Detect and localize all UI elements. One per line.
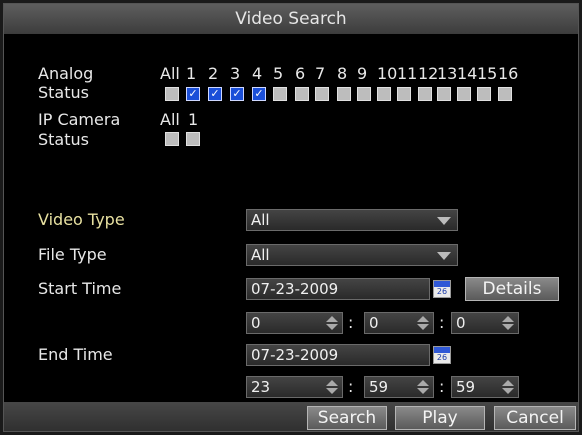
- end-minute-spinbox[interactable]: 59: [364, 376, 434, 398]
- ipcam-channel-1-checkbox[interactable]: [186, 132, 200, 146]
- play-button[interactable]: Play: [395, 406, 485, 430]
- spinner-arrows-icon[interactable]: [501, 379, 515, 395]
- start-date-value: 07-23-2009: [251, 280, 339, 298]
- dialog-title: Video Search: [4, 4, 578, 34]
- analog-channel-10-checkbox[interactable]: [377, 87, 391, 101]
- analog-channel-8-label: 8: [337, 64, 348, 83]
- analog-channel-16-checkbox[interactable]: [498, 87, 512, 101]
- analog-all-checkbox[interactable]: [165, 87, 179, 101]
- analog-channel-1-label: 1: [186, 64, 197, 83]
- start-calendar-day: 26: [436, 287, 448, 296]
- analog-label: Analog: [38, 64, 94, 83]
- time-separator: :: [348, 313, 354, 332]
- analog-channel-8-checkbox[interactable]: [337, 87, 351, 101]
- analog-channel-2-label: 2: [208, 64, 219, 83]
- end-second-spinbox[interactable]: 59: [451, 376, 519, 398]
- analog-channel-15-checkbox[interactable]: [477, 87, 491, 101]
- analog-channel-5-label: 5: [273, 64, 284, 83]
- spinner-arrows-icon[interactable]: [416, 379, 430, 395]
- analog-channel-13-label: 13: [437, 64, 458, 83]
- end-hour-spinbox[interactable]: 23: [246, 376, 343, 398]
- ipcam-status-label: Status: [38, 130, 89, 149]
- analog-channel-13-checkbox[interactable]: [437, 87, 451, 101]
- time-separator: :: [439, 377, 445, 396]
- file-type-label: File Type: [38, 245, 107, 264]
- start-time-label: Start Time: [38, 279, 122, 298]
- analog-channel-7-label: 7: [315, 64, 326, 83]
- start-date-field[interactable]: 07-23-2009: [246, 278, 430, 300]
- analog-channel-11-checkbox[interactable]: [397, 87, 411, 101]
- analog-channel-3-label: 3: [230, 64, 241, 83]
- analog-channel-4-label: 4: [252, 64, 263, 83]
- video-type-dropdown[interactable]: All: [246, 209, 458, 231]
- analog-channel-6-checkbox[interactable]: [295, 87, 309, 101]
- start-second-spinbox[interactable]: 0: [451, 312, 519, 334]
- spinner-arrows-icon[interactable]: [325, 379, 339, 395]
- chevron-down-icon: [437, 252, 451, 260]
- analog-channel-5-checkbox[interactable]: [273, 87, 287, 101]
- analog-channel-7-checkbox[interactable]: [315, 87, 329, 101]
- analog-channel-12-label: 12: [418, 64, 439, 83]
- start-minute-value: 0: [369, 314, 379, 332]
- analog-channel-16-label: 16: [498, 64, 519, 83]
- analog-channel-10-label: 10: [377, 64, 398, 83]
- time-separator: :: [439, 313, 445, 332]
- analog-all-label: All: [160, 64, 180, 83]
- cancel-button[interactable]: Cancel: [494, 406, 576, 430]
- file-type-value: All: [251, 246, 270, 264]
- end-minute-value: 59: [369, 378, 389, 396]
- end-second-value: 59: [456, 378, 476, 396]
- start-minute-spinbox[interactable]: 0: [364, 312, 434, 334]
- ipcam-label: IP Camera: [38, 110, 121, 129]
- ipcam-all-checkbox[interactable]: [165, 132, 179, 146]
- ipcam-channel-label: 1: [188, 110, 199, 129]
- end-hour-value: 23: [251, 378, 271, 396]
- spinner-arrows-icon[interactable]: [501, 315, 515, 331]
- end-date-field[interactable]: 07-23-2009: [246, 344, 430, 366]
- spinner-arrows-icon[interactable]: [325, 315, 339, 331]
- calendar-icon[interactable]: 26: [433, 346, 451, 364]
- file-type-dropdown[interactable]: All: [246, 244, 458, 266]
- end-date-value: 07-23-2009: [251, 346, 339, 364]
- analog-channel-1-checkbox[interactable]: ✓: [186, 87, 200, 101]
- analog-channel-14-label: 14: [457, 64, 478, 83]
- end-calendar-day: 26: [436, 353, 448, 362]
- analog-channel-4-checkbox[interactable]: ✓: [252, 87, 266, 101]
- action-bar: Search Play Cancel: [4, 402, 578, 431]
- calendar-icon[interactable]: 26: [433, 280, 451, 298]
- analog-channel-6-label: 6: [295, 64, 306, 83]
- time-separator: :: [348, 377, 354, 396]
- details-button[interactable]: Details: [465, 277, 559, 301]
- video-search-dialog: Video Search Analog Status All IP Camera…: [3, 3, 579, 432]
- start-second-value: 0: [456, 314, 466, 332]
- analog-channel-9-checkbox[interactable]: [357, 87, 371, 101]
- analog-channel-11-label: 11: [397, 64, 418, 83]
- end-time-label: End Time: [38, 345, 113, 364]
- analog-channel-15-label: 15: [477, 64, 498, 83]
- chevron-down-icon: [437, 217, 451, 225]
- video-type-label: Video Type: [38, 210, 125, 229]
- analog-channel-9-label: 9: [357, 64, 368, 83]
- start-hour-spinbox[interactable]: 0: [246, 312, 343, 334]
- search-button[interactable]: Search: [307, 406, 387, 430]
- analog-channel-3-checkbox[interactable]: ✓: [230, 87, 244, 101]
- analog-channel-14-checkbox[interactable]: [457, 87, 471, 101]
- spinner-arrows-icon[interactable]: [416, 315, 430, 331]
- video-type-value: All: [251, 211, 270, 229]
- analog-channel-2-checkbox[interactable]: ✓: [208, 87, 222, 101]
- analog-channel-12-checkbox[interactable]: [418, 87, 432, 101]
- ipcam-all-label: All: [160, 110, 180, 129]
- analog-status-label: Status: [38, 83, 89, 102]
- start-hour-value: 0: [251, 314, 261, 332]
